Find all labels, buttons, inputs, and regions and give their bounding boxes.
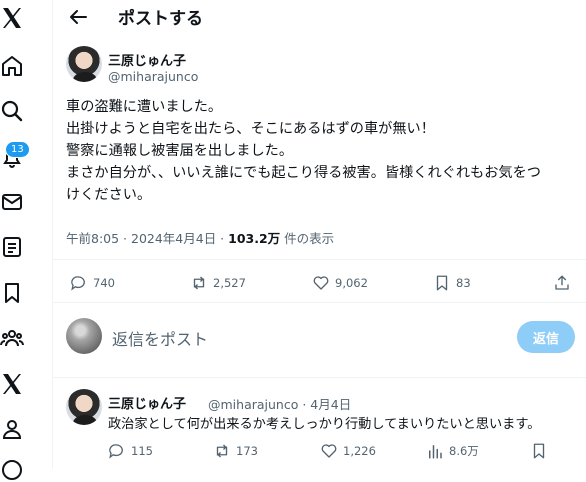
repost-action[interactable]: 2,527: [190, 274, 246, 292]
sidebar-nav: 13: [0, 0, 53, 480]
post-text-line: 出掛けようと自宅を出たら、そこにあるはずの車が無い！: [66, 121, 435, 137]
divider: [52, 377, 586, 378]
reply-views-action[interactable]: 8.6万: [426, 442, 479, 460]
post-text-line: けください。: [66, 187, 152, 203]
reply-icon: [71, 276, 85, 291]
author-avatar[interactable]: [66, 46, 102, 82]
bookmark-icon: [533, 443, 545, 459]
views-chart-icon: [429, 445, 442, 459]
like-action[interactable]: 9,062: [312, 274, 368, 292]
bookmark-icon: [436, 275, 448, 291]
premium-x-icon[interactable]: [0, 372, 24, 396]
post-text-line: 警察に通報し被害届を出しました。: [66, 143, 294, 159]
messages-icon[interactable]: [0, 190, 24, 214]
reply-input[interactable]: 返信をポスト: [112, 326, 208, 350]
divider: [52, 302, 586, 303]
reply-reply-action[interactable]: 115: [108, 442, 153, 460]
search-icon[interactable]: [0, 99, 24, 123]
author-handle[interactable]: @miharajunco: [108, 69, 198, 84]
repost-count: 2,527: [213, 276, 246, 290]
bookmark-action[interactable]: 83: [433, 274, 471, 292]
heart-icon: [321, 444, 337, 458]
post-meta: 午前8:05 · 2024年4月4日 · 103.2万 件の表示: [66, 228, 334, 247]
current-user-avatar[interactable]: [66, 318, 102, 354]
repost-icon: [193, 276, 205, 290]
reply-like-action[interactable]: 1,226: [320, 442, 376, 460]
post-text: 車の盗難に遭いました。 出掛けようと自宅を出たら、そこにあるはずの車が無い！ 警…: [66, 96, 576, 206]
bookmarks-icon[interactable]: [0, 281, 24, 305]
home-icon[interactable]: [0, 54, 24, 78]
reply-author-avatar[interactable]: [66, 389, 102, 425]
views-count: 103.2万: [228, 231, 281, 246]
share-icon: [555, 275, 569, 290]
back-arrow-icon[interactable]: [66, 5, 90, 29]
more-icon[interactable]: [0, 458, 24, 482]
repost-icon: [216, 444, 228, 458]
page-header: ポストする: [52, 0, 586, 34]
post-text-line: 車の盗難に遭いました。: [66, 99, 223, 115]
reply-icon: [109, 444, 123, 459]
reply-repost-action[interactable]: 173: [213, 442, 258, 460]
post-timestamp[interactable]: 午前8:05 · 2024年4月4日 ·: [66, 231, 228, 246]
x-logo-icon[interactable]: [0, 6, 24, 30]
divider: [52, 259, 586, 260]
post-text-line: まさか自分が、、いいえ誰にでも起こり得る被害。皆様くれぐれもお気をつ: [66, 165, 541, 181]
heart-icon: [313, 276, 329, 290]
reply-button[interactable]: 返信: [517, 321, 575, 353]
like-count: 9,062: [335, 276, 368, 290]
reply-like-count: 1,226: [343, 444, 376, 458]
views-label: 件の表示: [280, 231, 335, 246]
reply-author-handle[interactable]: @miharajunco · 4月4日: [208, 394, 351, 413]
author-name[interactable]: 三原じゅん子: [108, 50, 186, 69]
reply-count: 740: [93, 276, 115, 290]
share-action[interactable]: [553, 274, 576, 292]
reply-text: 政治家として何が出来るか考えしっかり行動してまいりたいと思います。: [108, 417, 541, 432]
reply-action[interactable]: 740: [70, 274, 115, 292]
bookmark-count: 83: [456, 276, 471, 290]
communities-icon[interactable]: [0, 326, 24, 350]
profile-icon[interactable]: [0, 417, 24, 441]
notification-badge: 13: [5, 141, 30, 158]
reply-bookmark-action[interactable]: [530, 442, 553, 460]
lists-icon[interactable]: [0, 235, 24, 259]
reply-views-count: 8.6万: [449, 444, 479, 458]
reply-reply-count: 115: [131, 444, 153, 458]
page-title: ポストする: [118, 9, 203, 29]
reply-repost-count: 173: [236, 444, 258, 458]
reply-author-name[interactable]: 三原じゅん子: [108, 393, 186, 412]
